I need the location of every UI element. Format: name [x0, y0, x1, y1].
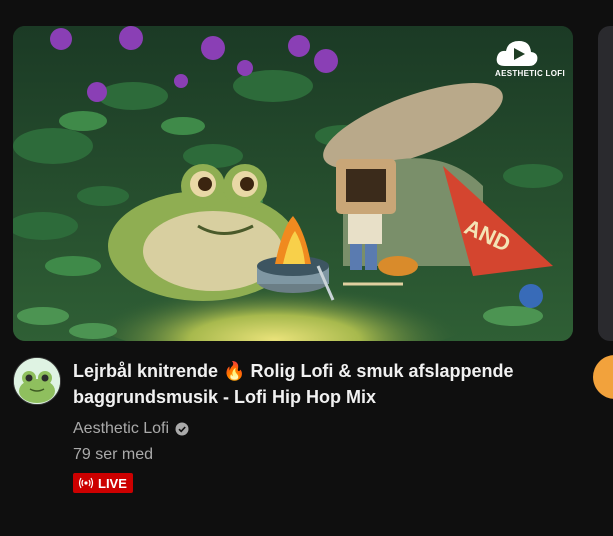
- video-thumbnail[interactable]: AND AESTHETIC LOFI: [13, 26, 573, 341]
- next-video-thumbnail[interactable]: [598, 26, 613, 341]
- viewer-count: 79 ser med: [73, 446, 154, 463]
- live-broadcast-icon: [78, 477, 94, 489]
- channel-row: Aesthetic Lofi: [73, 418, 563, 440]
- next-channel-avatar[interactable]: [593, 355, 613, 399]
- frog-avatar-icon: [14, 358, 60, 404]
- channel-name[interactable]: Aesthetic Lofi: [73, 420, 169, 438]
- video-card[interactable]: AND AESTHETIC LOFI Lejrbål knitrende 🔥 R…: [13, 26, 573, 493]
- live-label: LIVE: [98, 475, 127, 491]
- verified-check-icon: [175, 422, 189, 436]
- video-title[interactable]: Lejrbål knitrende 🔥 Rolig Lofi & smuk af…: [73, 357, 563, 410]
- live-badge: LIVE: [73, 473, 133, 493]
- cloud-play-icon: [496, 41, 538, 66]
- thumbnail-logo-text: AESTHETIC LOFI: [495, 69, 565, 78]
- thumbnail-channel-logo: AESTHETIC LOFI: [495, 38, 565, 78]
- channel-avatar[interactable]: [13, 357, 61, 405]
- thumbnail-illustration: AND: [13, 26, 573, 341]
- video-details: Lejrbål knitrende 🔥 Rolig Lofi & smuk af…: [73, 357, 563, 494]
